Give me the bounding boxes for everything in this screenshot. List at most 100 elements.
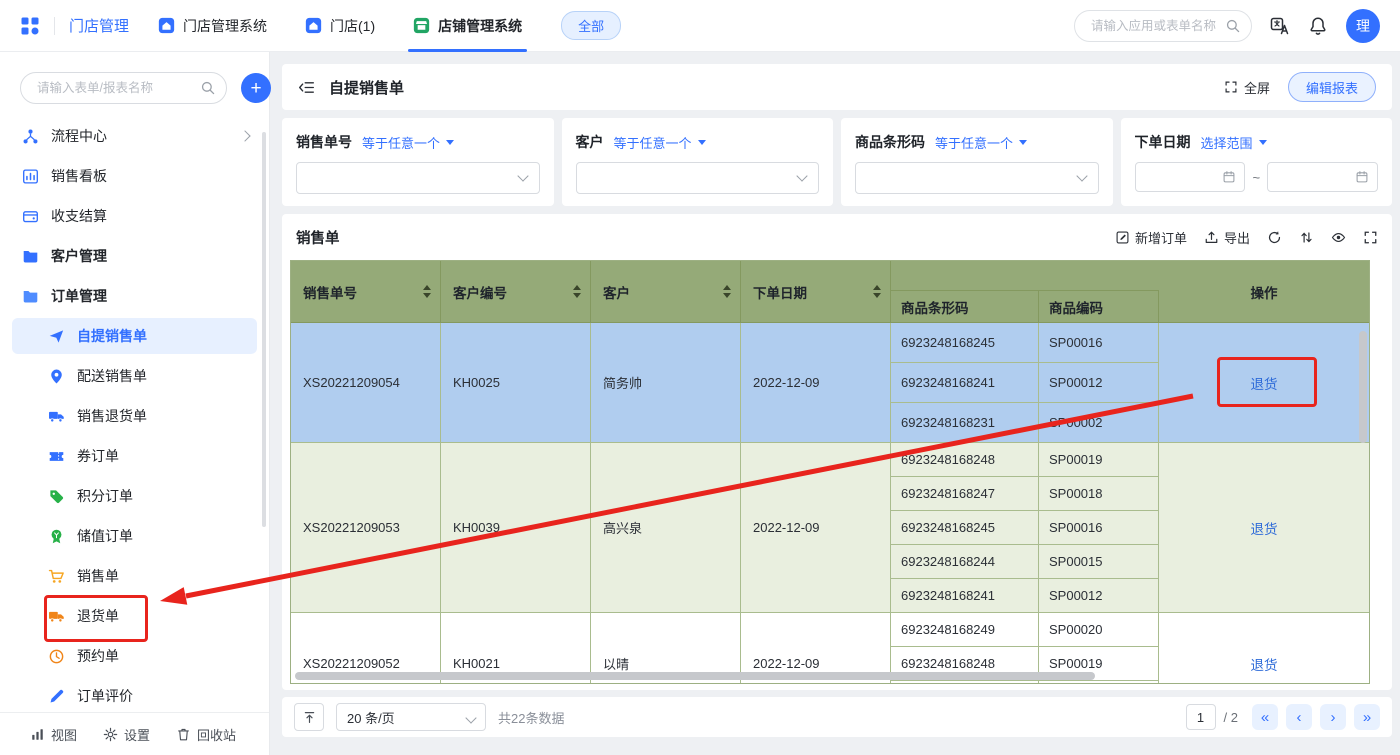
filter-label: 商品条形码 [855, 132, 925, 152]
all-filter-pill[interactable]: 全部 [561, 11, 621, 40]
next-page-button[interactable]: › [1320, 704, 1346, 730]
sidebar-item[interactable]: 积分订单 [0, 476, 269, 516]
filter-value-select[interactable] [576, 162, 820, 194]
language-icon[interactable] [1270, 16, 1290, 36]
filter-card-customer: 客户 等于任意一个 [562, 118, 834, 206]
column-header-order-no[interactable]: 销售单号 [291, 261, 441, 322]
total-count: 共22条数据 [498, 708, 564, 727]
filter-operator-dropdown[interactable]: 等于任意一个 [362, 133, 454, 152]
first-page-button[interactable]: « [1252, 704, 1278, 730]
table-body: XS20221209054KH0025简务帅2022-12-0969232481… [291, 323, 1369, 684]
sidebar-footer-settings[interactable]: 设置 [103, 725, 150, 744]
item-row: 6923248168247SP00018 [891, 476, 1159, 510]
sidebar-item[interactable]: 销售单 [0, 556, 269, 596]
sidebar-item[interactable]: 客户管理 [0, 236, 269, 276]
notification-bell-icon[interactable] [1308, 16, 1328, 36]
column-header-date[interactable]: 下单日期 [741, 261, 891, 322]
app-search-input[interactable] [1089, 18, 1225, 34]
sidebar-footer-recycle-bin[interactable]: 回收站 [176, 725, 236, 744]
sort-button[interactable] [1299, 230, 1314, 245]
sidebar-item[interactable]: 预约单 [0, 636, 269, 676]
table-fullscreen-button[interactable] [1363, 230, 1378, 245]
collapse-sidebar-icon[interactable] [298, 79, 315, 96]
column-header-customer[interactable]: 客户 [591, 261, 741, 322]
sidebar-item[interactable]: 收支结算 [0, 196, 269, 236]
sidebar-item[interactable]: 自提销售单 [0, 316, 269, 356]
add-order-button[interactable]: 新增订单 [1115, 228, 1187, 247]
sidebar-item-label: 配送销售单 [77, 366, 147, 386]
pagination: 1 / 2 « ‹ › » [1186, 704, 1380, 730]
chevron-down-icon [465, 712, 476, 723]
cell-action: 退货 [1159, 323, 1369, 442]
date-end-input[interactable] [1267, 162, 1378, 192]
sidebar-item[interactable]: 销售退货单 [0, 396, 269, 436]
filter-value-select[interactable] [855, 162, 1099, 194]
return-link[interactable]: 退货 [1251, 654, 1278, 674]
sidebar-item-label: 积分订单 [77, 486, 133, 506]
sidebar: + 流程中心销售看板收支结算客户管理订单管理自提销售单配送销售单销售退货单券订单… [0, 52, 270, 755]
cell-customer-no: KH0025 [441, 323, 591, 442]
workspace-name[interactable]: 门店管理 [69, 15, 129, 36]
export-icon [1204, 230, 1219, 245]
sidebar-item[interactable]: 储值订单 [0, 516, 269, 556]
tab-1[interactable]: 门店管理系统 [139, 0, 286, 52]
cell-order-date: 2022-12-09 [741, 323, 891, 442]
form-search-box[interactable] [20, 72, 227, 104]
fullscreen-button[interactable]: 全屏 [1224, 78, 1270, 97]
date-start-input[interactable] [1135, 162, 1246, 192]
page-size-select[interactable]: 20 条/页 [336, 703, 486, 731]
refresh-button[interactable] [1267, 230, 1282, 245]
sidebar-footer-label: 回收站 [197, 725, 236, 744]
sidebar-scrollbar[interactable] [262, 132, 266, 527]
caret-down-icon [446, 140, 454, 149]
cell-order-no: XS20221209054 [291, 323, 441, 442]
sidebar-item[interactable]: 配送销售单 [0, 356, 269, 396]
back-to-top-button[interactable] [294, 703, 324, 731]
last-page-button[interactable]: » [1354, 704, 1380, 730]
user-avatar[interactable]: 理 [1346, 9, 1380, 43]
edit-report-button[interactable]: 编辑报表 [1288, 72, 1376, 102]
sort-icon[interactable] [573, 285, 581, 298]
filter-operator-dropdown[interactable]: 等于任意一个 [614, 133, 706, 152]
sidebar-item[interactable]: 券订单 [0, 436, 269, 476]
prev-page-button[interactable]: ‹ [1286, 704, 1312, 730]
sidebar-item-label: 收支结算 [51, 206, 107, 226]
table-card: 销售单 新增订单导出 销售单号 客户编号 客户 下单日期 商品条形码 商品编码 … [282, 214, 1392, 690]
tab-2[interactable]: 门店(1) [286, 0, 394, 52]
sort-icon[interactable] [873, 285, 881, 298]
item-row: 6923248168231SP00002 [891, 402, 1159, 442]
items-column: 6923248168245SP000166923248168241SP00012… [891, 323, 1159, 442]
return-link[interactable]: 退货 [1251, 373, 1278, 393]
export-button[interactable]: 导出 [1204, 228, 1250, 247]
horizontal-scrollbar[interactable] [295, 672, 1095, 680]
form-search-input[interactable] [35, 80, 200, 96]
home-icon [305, 17, 322, 34]
apps-grid-icon[interactable] [20, 16, 40, 36]
cell-product-code: SP00016 [1039, 511, 1159, 544]
filter-operator-dropdown[interactable]: 等于任意一个 [935, 133, 1027, 152]
search-icon [200, 80, 216, 96]
sidebar-item[interactable]: 退货单 [0, 596, 269, 636]
tab-label: 店铺管理系统 [438, 16, 522, 36]
column-header-customer-no[interactable]: 客户编号 [441, 261, 591, 322]
sidebar-footer-view[interactable]: 视图 [30, 725, 77, 744]
sidebar-item[interactable]: 订单管理 [0, 276, 269, 316]
filter-value-select[interactable] [296, 162, 540, 194]
wallet-icon [22, 208, 39, 225]
visibility-button[interactable] [1331, 230, 1346, 245]
sort-icon[interactable] [723, 285, 731, 298]
sort-icon[interactable] [423, 285, 431, 298]
back-to-top-icon [302, 710, 317, 725]
vertical-scrollbar[interactable] [1359, 331, 1367, 443]
chevron-down-icon [517, 170, 528, 181]
add-form-button[interactable]: + [241, 73, 271, 103]
return-link[interactable]: 退货 [1251, 518, 1278, 538]
sidebar-item[interactable]: 订单评价 [0, 676, 269, 712]
sidebar-item[interactable]: 流程中心 [0, 116, 269, 156]
app-search-box[interactable] [1074, 10, 1252, 42]
tab-3[interactable]: 店铺管理系统 [394, 0, 541, 52]
current-page-input[interactable]: 1 [1186, 704, 1216, 730]
tab-label: 门店(1) [330, 16, 375, 36]
filter-operator-dropdown[interactable]: 选择范围 [1201, 133, 1267, 152]
sidebar-item[interactable]: 销售看板 [0, 156, 269, 196]
